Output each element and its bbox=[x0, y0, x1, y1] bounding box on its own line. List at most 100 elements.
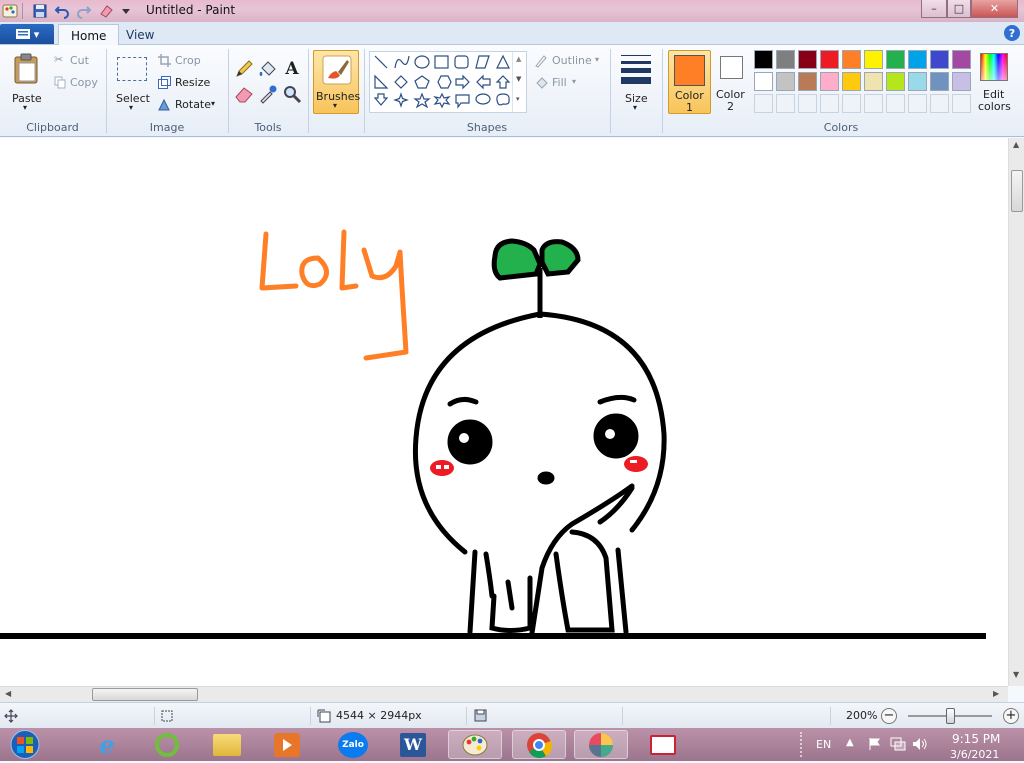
qat-customize-icon[interactable] bbox=[118, 3, 134, 19]
maximize-button[interactable]: □ bbox=[947, 0, 971, 18]
pencil-tool[interactable] bbox=[233, 58, 255, 80]
palette-color-swatch[interactable] bbox=[886, 50, 905, 69]
eraser-tool[interactable] bbox=[233, 83, 255, 105]
palette-color-swatch[interactable] bbox=[952, 50, 971, 69]
palette-color-swatch[interactable] bbox=[864, 50, 883, 69]
taskbar-paint[interactable] bbox=[448, 730, 502, 759]
palette-color-swatch[interactable] bbox=[930, 50, 949, 69]
palette-color-swatch[interactable] bbox=[776, 72, 795, 91]
select-button[interactable]: Select ▾ bbox=[112, 49, 152, 115]
palette-custom-swatch[interactable] bbox=[820, 94, 839, 113]
canvas-area[interactable] bbox=[0, 138, 1008, 686]
show-hidden-icons-button[interactable]: ▲ bbox=[846, 737, 854, 748]
taskbar-file-explorer[interactable] bbox=[200, 730, 254, 759]
zoom-in-button[interactable]: + bbox=[1003, 708, 1019, 724]
minimize-button[interactable]: – bbox=[921, 0, 947, 18]
action-center-flag-icon[interactable] bbox=[868, 737, 882, 751]
palette-color-swatch[interactable] bbox=[820, 50, 839, 69]
crop-button[interactable]: Crop bbox=[157, 52, 217, 70]
palette-custom-swatch[interactable] bbox=[776, 94, 795, 113]
close-button[interactable]: ✕ bbox=[971, 0, 1018, 18]
palette-custom-swatch[interactable] bbox=[930, 94, 949, 113]
shapes-gallery-scroller[interactable]: ▲ ▼ ▾ bbox=[512, 52, 526, 112]
help-button[interactable]: ? bbox=[1004, 25, 1020, 41]
palette-custom-swatch[interactable] bbox=[798, 94, 817, 113]
palette-color-swatch[interactable] bbox=[798, 50, 817, 69]
scroll-down-icon[interactable]: ▼ bbox=[1013, 670, 1019, 679]
scroll-left-icon[interactable]: ◀ bbox=[5, 689, 11, 698]
taskbar-color-app[interactable] bbox=[574, 730, 628, 759]
save-icon[interactable] bbox=[32, 3, 48, 19]
redo-icon[interactable] bbox=[76, 3, 92, 19]
shapes-gallery[interactable]: ▲ ▼ ▾ bbox=[369, 51, 527, 113]
zoom-slider-thumb[interactable] bbox=[946, 708, 955, 724]
palette-custom-swatch[interactable] bbox=[952, 94, 971, 113]
palette-color-swatch[interactable] bbox=[798, 72, 817, 91]
palette-color-swatch[interactable] bbox=[842, 50, 861, 69]
clock-date[interactable]: 3/6/2021 bbox=[950, 748, 999, 761]
fill-button[interactable]: Fill ▾ bbox=[532, 74, 592, 92]
zoom-out-button[interactable]: − bbox=[881, 708, 897, 724]
eraser-qat-icon[interactable] bbox=[98, 3, 114, 19]
taskbar-word[interactable]: W bbox=[386, 730, 440, 759]
start-button[interactable] bbox=[4, 729, 46, 760]
palette-color-swatch[interactable] bbox=[820, 72, 839, 91]
color-picker-tool[interactable] bbox=[257, 83, 279, 105]
size-button[interactable]: Size ▾ bbox=[615, 49, 657, 115]
vertical-scroll-thumb[interactable] bbox=[1011, 170, 1023, 212]
scroll-up-icon[interactable]: ▲ bbox=[1013, 140, 1019, 149]
horizontal-scroll-thumb[interactable] bbox=[92, 688, 198, 701]
clock-time[interactable]: 9:15 PM bbox=[952, 732, 1000, 746]
taskbar-internet-explorer[interactable]: e bbox=[80, 730, 134, 759]
palette-color-swatch[interactable] bbox=[930, 72, 949, 91]
tab-home[interactable]: Home bbox=[58, 24, 120, 46]
paste-button[interactable]: Paste ▾ bbox=[4, 49, 48, 115]
file-menu-button[interactable]: ▾ bbox=[0, 24, 54, 44]
undo-icon[interactable] bbox=[54, 3, 70, 19]
palette-color-swatch[interactable] bbox=[842, 72, 861, 91]
palette-custom-swatch[interactable] bbox=[864, 94, 883, 113]
palette-color-swatch[interactable] bbox=[952, 72, 971, 91]
palette-custom-swatch[interactable] bbox=[886, 94, 905, 113]
palette-color-swatch[interactable] bbox=[754, 72, 773, 91]
fill-tool[interactable] bbox=[257, 58, 279, 80]
taskbar-app-misc[interactable] bbox=[636, 730, 690, 759]
copy-button[interactable]: Copy bbox=[52, 74, 102, 92]
palette-color-swatch[interactable] bbox=[776, 50, 795, 69]
palette-custom-swatch[interactable] bbox=[754, 94, 773, 113]
drawing-canvas[interactable] bbox=[0, 138, 1008, 686]
taskbar-chrome[interactable] bbox=[512, 730, 566, 759]
rotate-button[interactable]: Rotate ▾ bbox=[157, 96, 221, 114]
tab-view[interactable]: View bbox=[114, 24, 166, 46]
scroll-right-icon[interactable]: ▶ bbox=[993, 689, 999, 698]
taskbar-coc-coc[interactable] bbox=[140, 730, 194, 759]
color1-button[interactable]: Color 1 bbox=[668, 50, 711, 114]
volume-icon[interactable] bbox=[912, 737, 928, 751]
horizontal-scrollbar[interactable]: ◀ ▶ bbox=[0, 686, 1008, 702]
palette-custom-swatch[interactable] bbox=[908, 94, 927, 113]
shapes-expand-icon[interactable]: ▾ bbox=[516, 95, 520, 103]
shapes-scroll-down-icon[interactable]: ▼ bbox=[516, 75, 521, 83]
palette-color-swatch[interactable] bbox=[864, 72, 883, 91]
cut-button[interactable]: ✂ Cut bbox=[52, 52, 102, 70]
palette-color-swatch[interactable] bbox=[754, 50, 773, 69]
color2-button[interactable]: Color 2 bbox=[714, 50, 749, 114]
vertical-scrollbar[interactable]: ▲ ▼ bbox=[1008, 138, 1024, 686]
paint-app-icon[interactable] bbox=[2, 3, 18, 19]
palette-color-swatch[interactable] bbox=[908, 50, 927, 69]
text-tool-icon[interactable]: A bbox=[281, 58, 303, 80]
taskbar-zalo[interactable]: Zalo bbox=[326, 730, 380, 759]
brushes-button[interactable]: Brushes ▾ bbox=[313, 50, 360, 114]
palette-color-swatch[interactable] bbox=[886, 72, 905, 91]
resize-button[interactable]: Resize bbox=[157, 74, 217, 92]
palette-color-swatch[interactable] bbox=[908, 72, 927, 91]
palette-custom-swatch[interactable] bbox=[842, 94, 861, 113]
magnifier-tool[interactable] bbox=[281, 83, 303, 105]
shapes-scroll-up-icon[interactable]: ▲ bbox=[516, 55, 521, 63]
zoom-slider[interactable] bbox=[908, 708, 992, 724]
network-icon[interactable] bbox=[890, 737, 906, 751]
outline-button[interactable]: Outline ▾ bbox=[532, 52, 604, 70]
taskbar-media-player[interactable] bbox=[260, 730, 314, 759]
edit-colors-button[interactable]: Edit colors bbox=[975, 50, 1013, 114]
language-indicator[interactable]: EN bbox=[816, 738, 831, 751]
